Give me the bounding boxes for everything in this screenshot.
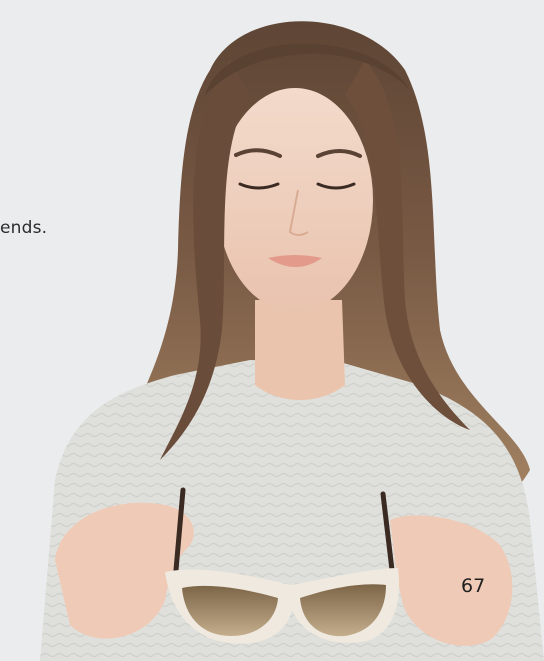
- page-number: 67: [461, 575, 486, 597]
- photo-woman-with-sunglasses: [40, 21, 544, 661]
- neck: [255, 300, 345, 400]
- face: [217, 88, 373, 312]
- body-text-fragment: ends.: [0, 218, 48, 238]
- magazine-page: ends. 67: [0, 0, 544, 661]
